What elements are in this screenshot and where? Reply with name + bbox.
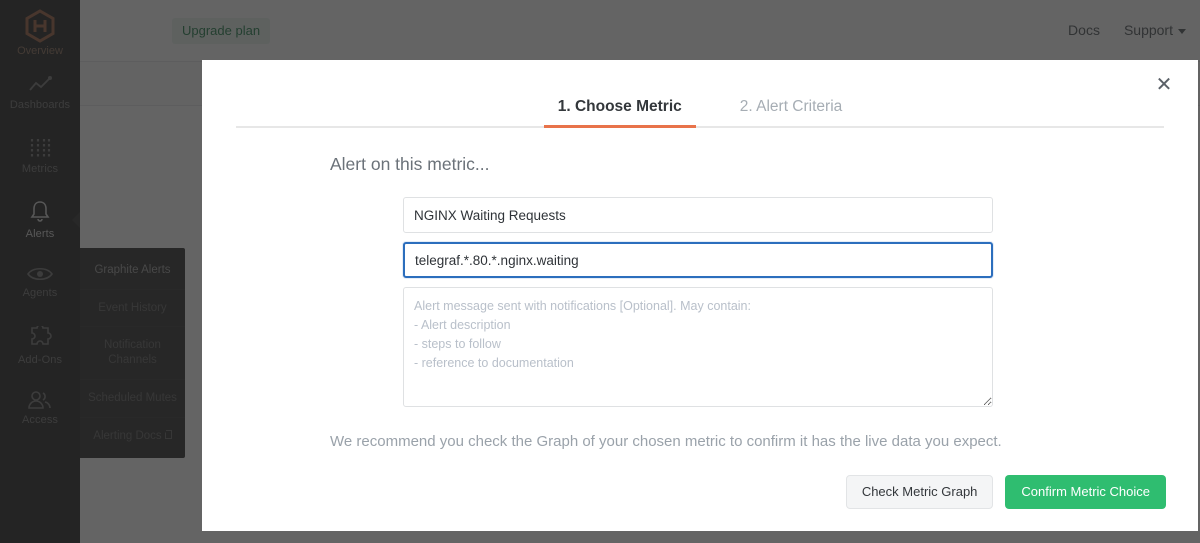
alert-message-textarea[interactable] [403,287,993,407]
modal-tabs: 1. Choose Metric 2. Alert Criteria [236,92,1164,128]
tab-alert-criteria[interactable]: 2. Alert Criteria [726,94,857,128]
metric-path-input[interactable] [403,242,993,278]
app-root: Upgrade plan Docs Support Overview [0,0,1200,543]
confirm-metric-choice-button[interactable]: Confirm Metric Choice [1005,474,1166,509]
modal-body: Alert on this metric... We recommend you… [202,128,1198,531]
close-icon[interactable]: ✕ [1152,74,1176,98]
tab-choose-metric[interactable]: 1. Choose Metric [543,94,696,128]
alert-name-input[interactable] [403,197,993,233]
form-fields [403,197,993,407]
choose-metric-modal: ✕ 1. Choose Metric 2. Alert Criteria Ale… [202,60,1198,531]
check-metric-graph-button[interactable]: Check Metric Graph [845,474,994,509]
recommendation-text: We recommend you check the Graph of your… [330,433,1002,450]
modal-footer: Check Metric Graph Confirm Metric Choice [845,474,1166,509]
section-title: Alert on this metric... [330,154,490,174]
